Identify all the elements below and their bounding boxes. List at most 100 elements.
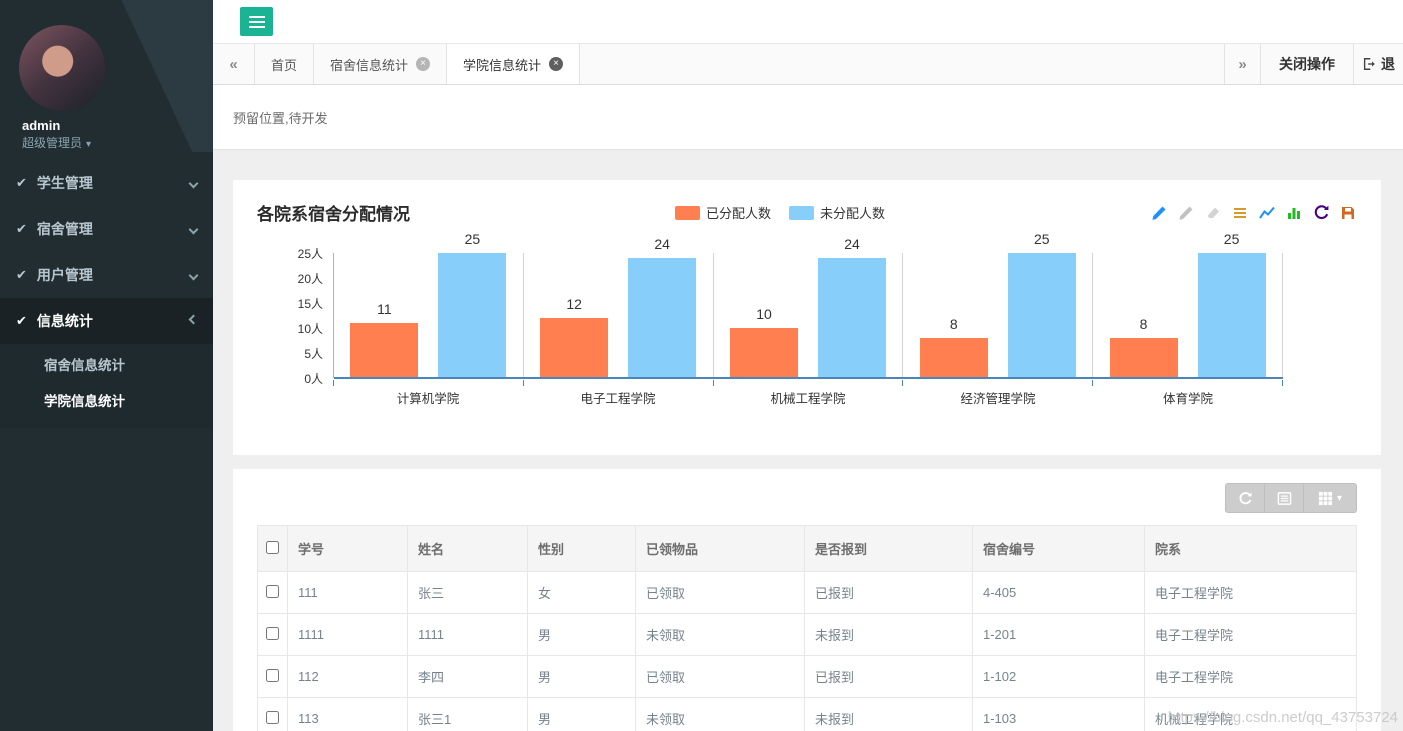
bar-value-label: 25	[1223, 231, 1240, 247]
row-checkbox[interactable]	[266, 710, 279, 724]
x-axis-label: 经济管理学院	[960, 392, 1036, 406]
user-role[interactable]: 超级管理员 ▾	[22, 134, 91, 151]
bar-value-label: 12	[566, 296, 582, 312]
mark-pencil-icon[interactable]	[1150, 204, 1168, 222]
table-toolbar: ▾	[257, 483, 1357, 513]
check-icon: ✔	[16, 175, 27, 190]
topbar	[213, 0, 1403, 43]
bar-value-label: 24	[654, 236, 670, 252]
bar-未分配人数[interactable]: 25	[1197, 231, 1266, 378]
table-cell: 女	[527, 571, 636, 614]
row-checkbox[interactable]	[266, 668, 279, 682]
chart-group-电子工程学院: 12 24	[524, 236, 714, 386]
sidebar-item-用户管理[interactable]: ✔ 用户管理	[0, 252, 213, 298]
col-header-是否报到[interactable]: 是否报到	[804, 525, 973, 572]
bar-未分配人数[interactable]: 24	[817, 236, 886, 378]
scroll-tabs-right-icon[interactable]: »	[1224, 44, 1260, 84]
select-all-checkbox[interactable]	[266, 540, 279, 554]
tab-首页[interactable]: 首页	[255, 44, 315, 84]
col-header-院系[interactable]: 院系	[1144, 525, 1357, 572]
bar-已分配人数[interactable]: 11	[350, 301, 419, 378]
bar-未分配人数[interactable]: 25	[438, 231, 507, 378]
save-image-icon[interactable]	[1339, 204, 1357, 222]
tab-学院信息统计[interactable]: 学院信息统计 ×	[447, 44, 581, 84]
bar-已分配人数[interactable]: 8	[919, 316, 988, 378]
restore-refresh-icon[interactable]	[1312, 204, 1330, 222]
breadcrumb-strip: 预留位置,待开发	[213, 85, 1403, 150]
bar-未分配人数[interactable]: 25	[1007, 231, 1076, 378]
caret-down-icon: ▾	[86, 139, 92, 150]
logout-button[interactable]: 退	[1353, 44, 1403, 84]
data-view-icon[interactable]	[1231, 204, 1249, 222]
row-checkbox[interactable]	[266, 626, 279, 640]
y-axis-label: 20人	[297, 272, 323, 286]
bar-value-label: 25	[464, 231, 481, 247]
table-cell: 男	[527, 655, 636, 698]
bar-未分配人数[interactable]: 24	[628, 236, 697, 378]
table-header-row: 学号 姓名 性别 已领物品 是否报到 宿舍编号 院系	[257, 525, 1357, 572]
tab-label: 首页	[271, 57, 298, 73]
col-header-学号[interactable]: 学号	[287, 525, 408, 572]
sidebar: admin 超级管理员 ▾ ✔ 学生管理 ✔ 宿舍管理 ✔ 用户管理 ✔ 信息统计…	[0, 0, 213, 731]
legend-item-未分配人数[interactable]: 未分配人数	[789, 203, 885, 222]
sidebar-item-宿舍管理[interactable]: ✔ 宿舍管理	[0, 206, 213, 252]
sidebar-item-学生管理[interactable]: ✔ 学生管理	[0, 160, 213, 206]
chart-panel: 各院系宿舍分配情况 已分配人数 未分配人数 25人 20人 15人 10人 5人…	[233, 180, 1381, 455]
bar-已分配人数[interactable]: 10	[729, 306, 798, 378]
chevron-icon	[188, 314, 199, 325]
columns-button[interactable]: ▾	[1303, 483, 1357, 513]
table-cell: 电子工程学院	[1144, 655, 1357, 698]
sidebar-subitem-学院信息统计[interactable]: 学院信息统计	[0, 384, 213, 420]
content: 各院系宿舍分配情况 已分配人数 未分配人数 25人 20人 15人 10人 5人…	[213, 150, 1403, 731]
bar-value-label: 8	[949, 316, 958, 332]
tab-close-icon[interactable]: ×	[416, 57, 431, 71]
chart-toolbox	[1150, 204, 1357, 222]
profile-panel: admin 超级管理员 ▾	[0, 0, 213, 152]
chart-title: 各院系宿舍分配情况	[257, 205, 410, 224]
tab-宿舍信息统计[interactable]: 宿舍信息统计 ×	[314, 44, 448, 84]
avatar[interactable]	[19, 25, 105, 111]
check-icon: ✔	[16, 221, 27, 236]
detail-view-button[interactable]	[1264, 483, 1304, 513]
table-cell: 张三1	[407, 697, 528, 731]
bar-已分配人数[interactable]: 8	[1109, 316, 1178, 378]
legend-swatch	[789, 205, 814, 220]
legend-swatch	[674, 205, 700, 220]
line-chart-icon[interactable]	[1258, 204, 1276, 222]
scroll-tabs-left-icon[interactable]: «	[213, 44, 255, 84]
chart-area: 25人 20人 15人 10人 5人 0人 11 25 12 24 10 24 8 25 8 25 计算机学…	[257, 231, 1357, 407]
table-cell: 112	[287, 655, 408, 698]
check-icon: ✔	[16, 313, 27, 328]
col-header-已领物品[interactable]: 已领物品	[635, 525, 805, 572]
table-cell: 已领取	[635, 571, 805, 614]
x-axis-label: 体育学院	[1162, 392, 1213, 406]
bar-已分配人数[interactable]: 12	[540, 296, 609, 378]
mark-clear-eraser-icon[interactable]	[1204, 204, 1222, 222]
table-cell: 4-405	[972, 571, 1145, 614]
table-body: 111 张三女已领取 已报到 4-405 电子工程学院 1111 1111 男未领取 未报到 1-…	[257, 571, 1357, 731]
bar-chart-icon[interactable]	[1285, 204, 1303, 222]
row-checkbox[interactable]	[266, 584, 279, 598]
col-header-宿舍编号[interactable]: 宿舍编号	[972, 525, 1145, 572]
table-cell: 1-103	[972, 697, 1145, 731]
mark-undo-pencil-icon[interactable]	[1177, 204, 1195, 222]
refresh-icon	[1239, 491, 1252, 504]
hamburger-menu-button[interactable]	[240, 7, 273, 36]
bar-value-label: 25	[1033, 231, 1050, 247]
y-axis-label: 10人	[297, 322, 323, 336]
legend-item-已分配人数[interactable]: 已分配人数	[674, 203, 771, 222]
table-cell: 李四	[407, 655, 528, 698]
sidebar-item-label: 用户管理	[36, 267, 93, 283]
x-axis-label: 电子工程学院	[580, 392, 656, 406]
close-operations-button[interactable]: 关闭操作	[1260, 44, 1353, 84]
col-header-姓名[interactable]: 姓名	[407, 525, 528, 572]
table-cell: 未领取	[635, 697, 805, 731]
sidebar-subitem-宿舍信息统计[interactable]: 宿舍信息统计	[0, 348, 213, 384]
tab-close-icon[interactable]: ×	[549, 57, 564, 71]
col-header-性别[interactable]: 性别	[527, 525, 636, 572]
legend-label: 未分配人数	[820, 206, 886, 221]
sidebar-menu: ✔ 学生管理 ✔ 宿舍管理 ✔ 用户管理 ✔ 信息统计 宿舍信息统计 学院信息统计	[0, 160, 213, 428]
bar-value-label: 10	[756, 306, 772, 322]
sidebar-item-信息统计[interactable]: ✔ 信息统计	[0, 298, 213, 344]
refresh-button[interactable]	[1225, 483, 1265, 513]
